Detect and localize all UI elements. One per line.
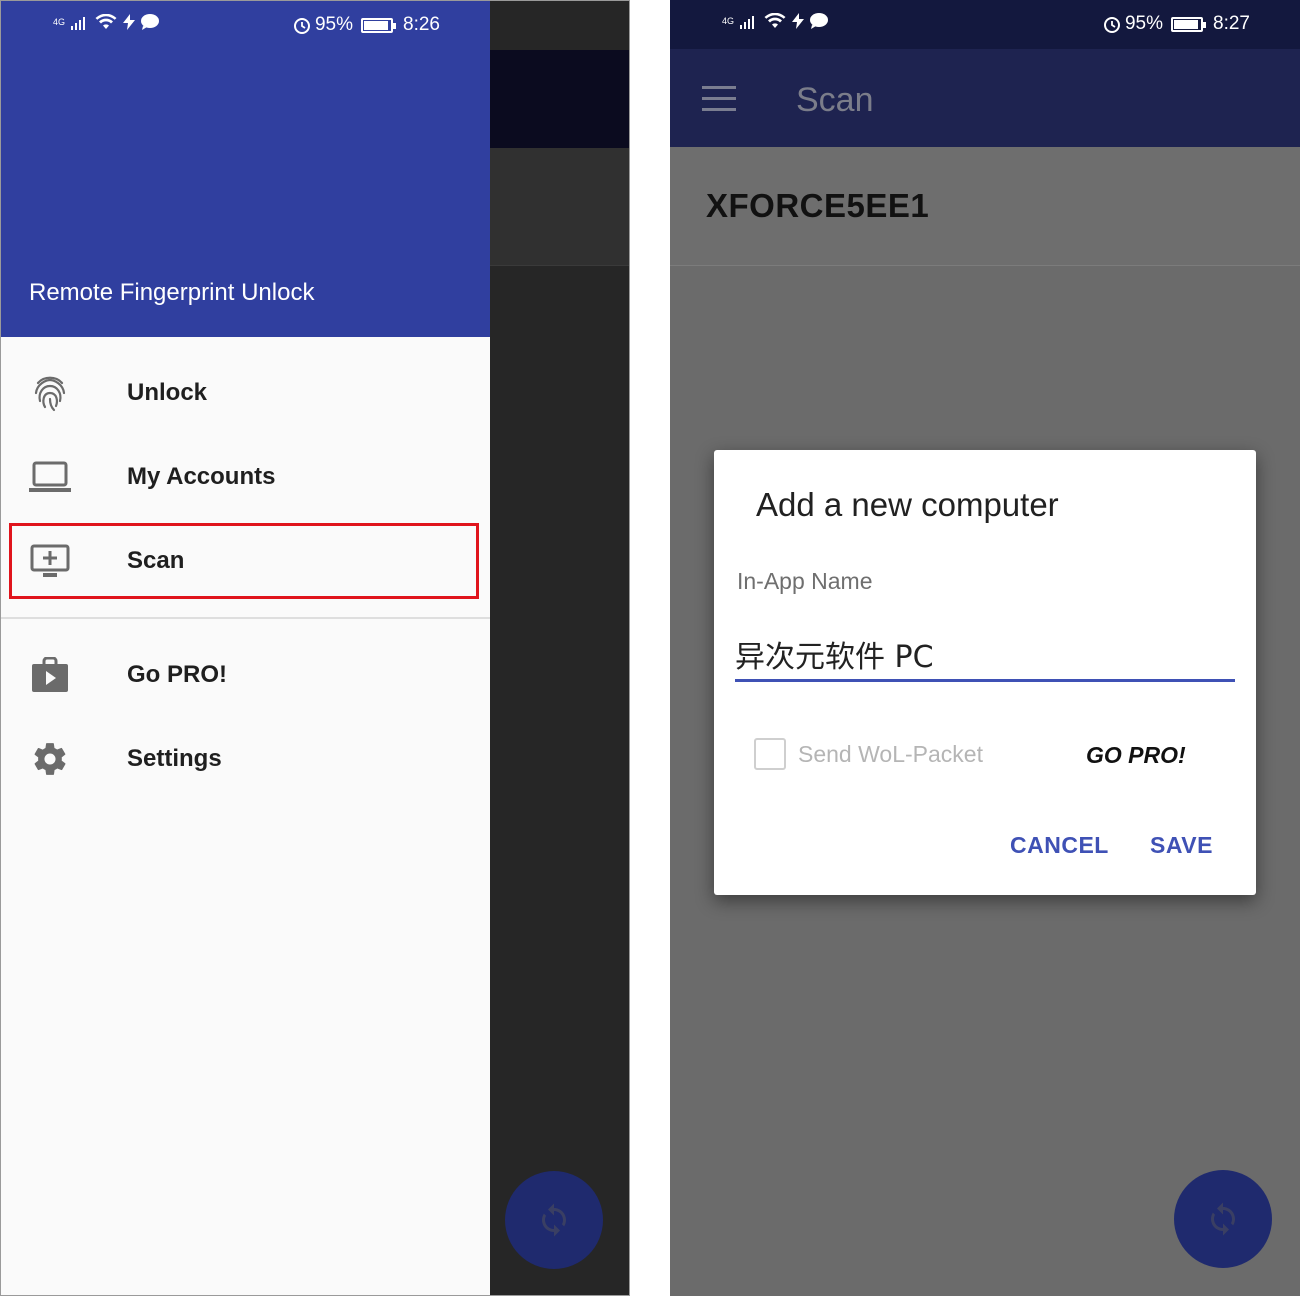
send-wol-option[interactable]: Send WoL-Packet [754, 738, 983, 770]
navigation-drawer: 4G 95% 8:26 Remote Fingerprint Unlock Un… [1, 1, 490, 1295]
battery-percent: 95% [1124, 13, 1164, 34]
refresh-fab[interactable] [505, 1171, 603, 1269]
clock: 8:27 [1213, 13, 1250, 34]
fingerprint-icon [29, 373, 71, 413]
device-list-item[interactable]: XFORCE5EE1 [670, 147, 1300, 266]
refresh-icon [1211, 1202, 1235, 1236]
go-pro-link[interactable]: GO PRO! [1086, 742, 1186, 769]
right-phone-screen: 4G 95% 8:27 Scan XFORCE5EE1 Add a new co… [670, 0, 1300, 1296]
wifi-icon [95, 14, 117, 29]
clock: 8:26 [403, 14, 440, 35]
in-app-name-input[interactable] [735, 632, 1235, 682]
drawer-app-title: Remote Fingerprint Unlock [29, 279, 315, 306]
hamburger-menu-icon[interactable] [702, 86, 736, 112]
network-type: 4G [722, 15, 735, 26]
charging-icon [792, 13, 805, 29]
network-type: 4G [53, 16, 66, 27]
charging-icon [123, 14, 136, 30]
drawer-header: 4G 95% 8:26 Remote Fingerprint Unlock [1, 1, 490, 337]
send-wol-label: Send WoL-Packet [798, 740, 983, 767]
battery-icon [1171, 16, 1207, 32]
device-name: XFORCE5EE1 [706, 187, 930, 224]
battery-percent: 95% [314, 14, 354, 35]
drawer-item-settings[interactable]: Settings [1, 719, 490, 799]
drawer-divider [1, 617, 490, 619]
drawer-item-label: Go PRO! [127, 661, 227, 688]
drawer-item-label: Settings [127, 745, 222, 772]
refresh-icon [542, 1203, 566, 1237]
send-wol-checkbox[interactable] [754, 738, 786, 770]
drawer-item-go-pro[interactable]: Go PRO! [1, 635, 490, 715]
alarm-icon [1103, 17, 1120, 33]
alarm-icon [293, 18, 310, 34]
shop-icon [29, 655, 71, 695]
scan-highlight-box [9, 523, 479, 599]
wifi-icon [764, 13, 786, 28]
message-icon [141, 14, 160, 30]
page-title: Scan [796, 81, 874, 119]
signal-icon [740, 16, 755, 29]
dialog-title: Add a new computer [756, 486, 1059, 523]
message-icon [810, 13, 829, 29]
signal-icon [71, 17, 86, 30]
drawer-item-label: My Accounts [127, 463, 276, 490]
add-computer-dialog: Add a new computer In-App Name Send WoL-… [714, 450, 1256, 895]
drawer-item-label: Unlock [127, 379, 208, 406]
gear-icon [29, 739, 71, 779]
drawer-item-my-accounts[interactable]: My Accounts [1, 437, 490, 517]
dimmed-appbar [490, 50, 629, 148]
battery-icon [361, 17, 397, 33]
in-app-name-label: In-App Name [737, 568, 873, 594]
app-bar: Scan [670, 49, 1300, 147]
drawer-item-unlock[interactable]: Unlock [1, 353, 490, 433]
laptop-icon [29, 457, 71, 497]
cancel-button[interactable]: CANCEL [1010, 832, 1109, 859]
refresh-fab[interactable] [1174, 1170, 1272, 1268]
status-bar: 4G 95% 8:26 [1, 1, 490, 50]
left-phone-screen: 4G 95% 8:26 Remote Fingerprint Unlock Un… [0, 0, 630, 1296]
status-bar: 4G 95% 8:27 [670, 0, 1300, 49]
save-button[interactable]: SAVE [1150, 832, 1213, 859]
dimmed-device-row [490, 148, 629, 266]
